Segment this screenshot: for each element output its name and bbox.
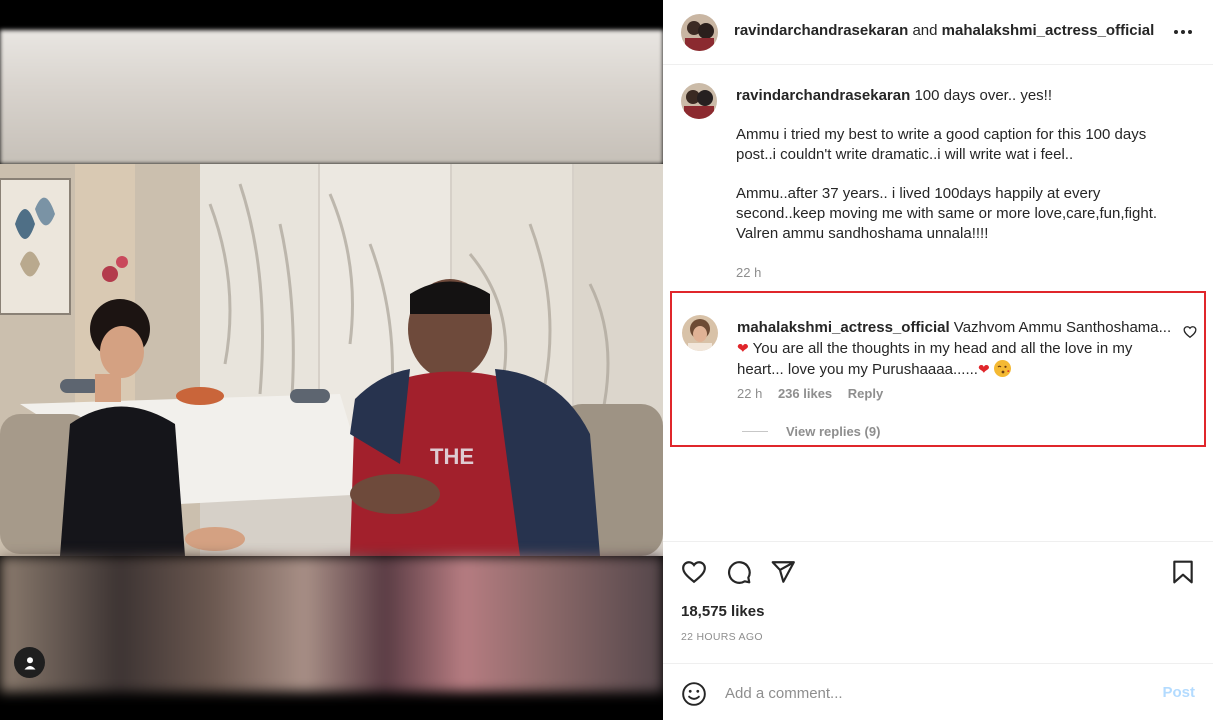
author-joiner-text: and bbox=[912, 22, 938, 39]
bookmark-icon[interactable] bbox=[1170, 559, 1196, 585]
media-blurred-backdrop-top bbox=[0, 30, 663, 164]
more-horizontal-icon[interactable] bbox=[1171, 22, 1195, 42]
post-photo: THE bbox=[0, 164, 663, 556]
author-username-link[interactable]: ravindarchandrasekaran bbox=[734, 22, 908, 39]
replies-divider bbox=[742, 431, 768, 432]
heart-emoji-1: ❤ bbox=[737, 340, 749, 356]
post-header: ravindarchandrasekaran and mahalakshmi_a… bbox=[663, 0, 1213, 65]
caption-username-link[interactable]: ravindarchandrasekaran bbox=[736, 87, 910, 104]
collab-username-link[interactable]: mahalakshmi_actress_official bbox=[942, 22, 1155, 39]
author-avatar[interactable] bbox=[681, 14, 718, 51]
comment-text: mahalakshmi_actress_official Vazhvom Amm… bbox=[737, 318, 1175, 380]
post-author-names: ravindarchandrasekaran and mahalakshmi_a… bbox=[734, 22, 1154, 39]
heart-emoji-2: ❤ bbox=[977, 361, 990, 377]
commenter-username-link[interactable]: mahalakshmi_actress_official bbox=[737, 319, 950, 336]
send-icon[interactable] bbox=[770, 559, 796, 585]
svg-text:THE: THE bbox=[430, 444, 474, 469]
comment-input[interactable] bbox=[725, 681, 1125, 705]
comment-text-part-2: You are all the thoughts in my head and … bbox=[737, 340, 1133, 378]
post-likes-count[interactable]: 18,575 likes bbox=[681, 603, 764, 620]
comment-icon[interactable] bbox=[726, 559, 752, 585]
post-comment-button[interactable]: Post bbox=[1162, 684, 1195, 701]
media-blurred-backdrop-bottom bbox=[0, 556, 663, 692]
commenter-avatar[interactable] bbox=[682, 315, 718, 351]
heart-icon[interactable] bbox=[681, 559, 707, 585]
post-details-panel: ravindarchandrasekaran and mahalakshmi_a… bbox=[663, 0, 1213, 720]
comment-meta: 22 h 236 likes Reply bbox=[737, 386, 895, 401]
highlighted-comment: mahalakshmi_actress_official Vazhvom Amm… bbox=[670, 291, 1206, 447]
comment-heart-icon[interactable] bbox=[1183, 325, 1197, 339]
post-time-ago: 22 HOURS AGO bbox=[681, 631, 763, 643]
post-media[interactable]: THE bbox=[0, 0, 663, 720]
comment-timestamp: 22 h bbox=[737, 386, 763, 401]
comment-text-part-1: Vazhvom Ammu Santhoshama... bbox=[953, 319, 1172, 336]
caption-headline: 100 days over.. yes!! bbox=[914, 87, 1053, 104]
add-comment-bar: Post bbox=[663, 663, 1213, 720]
user-tag-icon[interactable] bbox=[14, 647, 45, 678]
caption-author-avatar[interactable] bbox=[681, 83, 717, 119]
view-replies-label: View replies (9) bbox=[786, 424, 881, 439]
post-actions: 18,575 likes 22 HOURS AGO bbox=[663, 541, 1213, 663]
smiley-icon[interactable] bbox=[681, 681, 707, 707]
caption-timestamp: 22 h bbox=[736, 265, 762, 280]
comment-likes-count[interactable]: 236 likes bbox=[778, 386, 832, 401]
reply-button[interactable]: Reply bbox=[848, 386, 883, 401]
kissing-face-emoji-icon bbox=[993, 360, 1011, 377]
caption-body: ravindarchandrasekaran 100 days over.. y… bbox=[736, 86, 1186, 283]
view-replies-button[interactable]: View replies (9) bbox=[742, 424, 880, 439]
caption-paragraph-1: Ammu i tried my best to write a good cap… bbox=[736, 126, 1147, 163]
caption-paragraph-2: Ammu..after 37 years.. i lived 100days h… bbox=[736, 185, 1158, 242]
